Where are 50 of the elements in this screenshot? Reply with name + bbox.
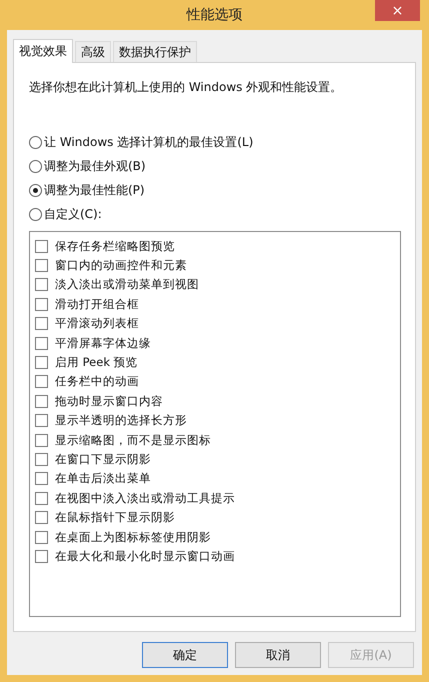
checkbox-label[interactable]: 拖动时显示窗口内容 bbox=[55, 394, 163, 409]
description-text: 选择你想在此计算机上使用的 Windows 外观和性能设置。 bbox=[29, 79, 344, 96]
tab[interactable]: 数据执行保护 bbox=[113, 41, 197, 62]
checkbox[interactable] bbox=[35, 317, 48, 330]
tab[interactable]: 高级 bbox=[75, 41, 111, 62]
checkbox-label[interactable]: 任务栏中的动画 bbox=[55, 374, 139, 390]
checkbox-label[interactable]: 在最大化和最小化时显示窗口动画 bbox=[55, 548, 235, 564]
checkbox[interactable] bbox=[35, 511, 48, 524]
dialog-button[interactable]: 取消 bbox=[235, 642, 321, 668]
checkbox-label[interactable]: 平滑屏幕字体边缘 bbox=[55, 336, 151, 351]
checkbox[interactable] bbox=[35, 336, 48, 350]
checkbox-label[interactable]: 平滑滚动列表框 bbox=[55, 316, 139, 332]
radio-label[interactable]: 调整为最佳性能(P) bbox=[44, 182, 145, 198]
checkbox-label[interactable]: 显示半透明的选择长方形 bbox=[55, 413, 187, 428]
checkbox[interactable] bbox=[35, 492, 48, 505]
checkbox-label[interactable]: 在视图中淡入淡出或滑动工具提示 bbox=[55, 490, 235, 506]
checkbox[interactable] bbox=[35, 356, 48, 370]
checkbox-label[interactable]: 启用 Peek 预览 bbox=[55, 355, 138, 370]
checkbox-label[interactable]: 窗口内的动画控件和元素 bbox=[55, 258, 187, 274]
checkbox-label[interactable]: 显示缩略图，而不是显示图标 bbox=[55, 432, 211, 448]
checkbox-label[interactable]: 在单击后淡出菜单 bbox=[55, 471, 151, 486]
checkbox[interactable] bbox=[35, 434, 48, 447]
dialog-button[interactable]: 确定 bbox=[142, 642, 228, 668]
checkbox[interactable] bbox=[35, 472, 48, 486]
radio-label[interactable]: 让 Windows 选择计算机的最佳设置(L) bbox=[44, 134, 254, 150]
radio-button[interactable] bbox=[29, 184, 42, 196]
checkbox[interactable] bbox=[35, 414, 48, 428]
tab[interactable]: 视觉效果 bbox=[13, 39, 73, 63]
radio-label[interactable]: 自定义(C): bbox=[44, 206, 102, 222]
checkbox-label[interactable]: 保存任务栏缩略图预览 bbox=[55, 238, 175, 254]
radio-button[interactable] bbox=[29, 208, 42, 220]
radio-label[interactable]: 调整为最佳外观(B) bbox=[44, 158, 146, 174]
checkbox-label[interactable]: 滑动打开组合框 bbox=[55, 296, 139, 312]
radio-button[interactable] bbox=[29, 160, 42, 172]
checkbox-label[interactable]: 在桌面上为图标标签使用阴影 bbox=[55, 530, 211, 545]
checkbox[interactable] bbox=[35, 375, 48, 388]
checkbox[interactable] bbox=[35, 550, 48, 563]
checkbox-label[interactable]: 在鼠标指针下显示阴影 bbox=[55, 510, 175, 526]
checkbox[interactable] bbox=[35, 394, 48, 408]
checkbox[interactable] bbox=[35, 298, 48, 311]
checkbox[interactable] bbox=[35, 240, 48, 253]
checkbox-label[interactable]: 淡入淡出或滑动菜单到视图 bbox=[55, 277, 199, 292]
checkbox-label[interactable]: 在窗口下显示阴影 bbox=[55, 452, 151, 467]
checkbox[interactable] bbox=[35, 259, 48, 272]
radio-button[interactable] bbox=[29, 136, 42, 148]
close-button[interactable]: × bbox=[375, 0, 420, 21]
checkbox[interactable] bbox=[35, 530, 48, 544]
checkbox[interactable] bbox=[35, 452, 48, 466]
checkbox[interactable] bbox=[35, 278, 48, 292]
window-title: 性能选项 bbox=[186, 6, 242, 24]
